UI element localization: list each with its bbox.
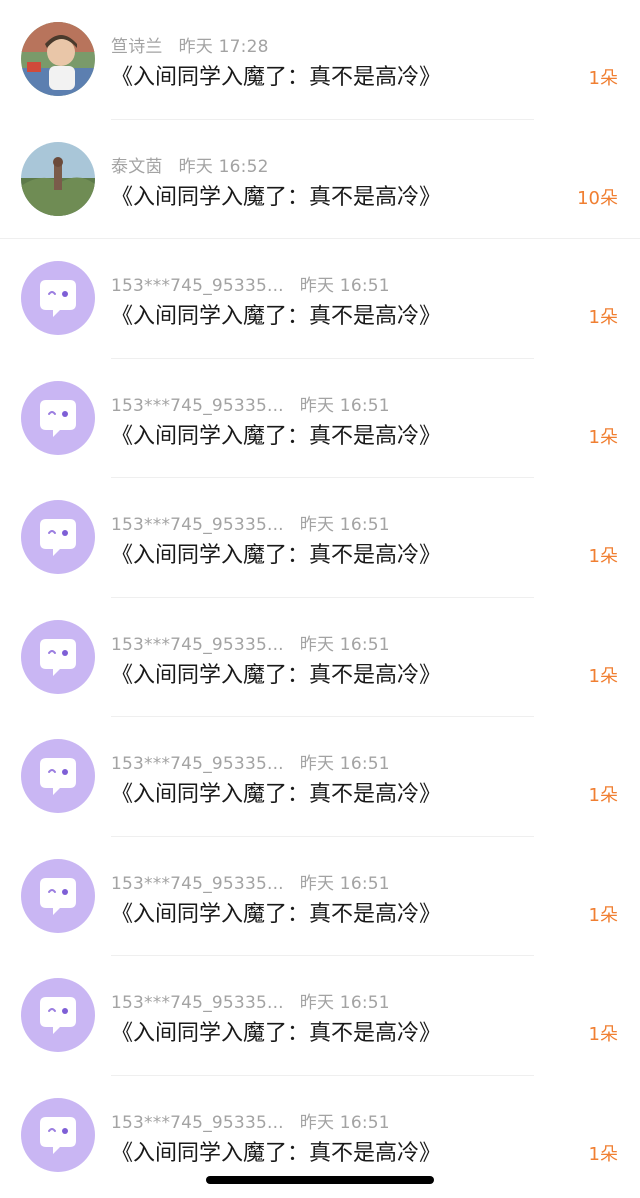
book-title[interactable]: 《入间同学入魔了：真不是高冷》 — [111, 657, 441, 689]
list-item[interactable]: 153***745_95335... 昨天 16:51 《入间同学入魔了：真不是高… — [0, 598, 640, 717]
timestamp: 昨天 16:51 — [299, 634, 390, 655]
gift-count: 1朵 — [588, 785, 618, 806]
sender-name[interactable]: 笪诗兰 — [111, 37, 163, 57]
sender-line: 泰文茵 昨天 16:52 — [111, 152, 269, 177]
sender-line: 153***745_95335... 昨天 16:51 — [111, 869, 390, 894]
book-title[interactable]: 《入间同学入魔了：真不是高冷》 — [111, 896, 441, 928]
default-avatar-icon[interactable] — [21, 858, 95, 933]
timestamp: 昨天 16:51 — [299, 276, 390, 296]
sender-name[interactable]: 153***745_95335... — [111, 993, 284, 1013]
sender-line: 153***745_95335... 昨天 16:51 — [111, 271, 390, 296]
gift-count: 1朵 — [588, 1143, 618, 1165]
sender-name[interactable]: 153***745_95335... — [111, 754, 284, 774]
book-title[interactable]: 《入间同学入魔了：真不是高冷》 — [111, 179, 441, 211]
sender-name[interactable]: 153***745_95335... — [111, 635, 284, 655]
timestamp: 昨天 16:52 — [178, 156, 269, 177]
default-avatar-icon[interactable] — [21, 380, 95, 455]
sender-line: 153***745_95335... 昨天 16:51 — [111, 1108, 390, 1133]
timestamp: 昨天 16:51 — [299, 873, 390, 894]
sender-line: 153***745_95335... 昨天 16:51 — [111, 630, 390, 655]
gift-count: 10朵 — [577, 187, 618, 209]
timestamp: 昨天 16:51 — [299, 993, 390, 1013]
gift-count: 1朵 — [588, 904, 618, 926]
default-avatar-icon[interactable] — [21, 261, 95, 335]
book-title[interactable]: 《入间同学入魔了：真不是高冷》 — [111, 776, 441, 808]
book-title[interactable]: 《入间同学入魔了：真不是高冷》 — [111, 298, 441, 330]
gift-count: 1朵 — [588, 665, 618, 687]
timestamp: 昨天 17:28 — [178, 37, 269, 57]
gift-count: 1朵 — [588, 426, 618, 448]
sender-name[interactable]: 153***745_95335... — [111, 396, 284, 416]
list-item[interactable]: 153***745_95335... 昨天 16:51 《入间同学入魔了：真不是高… — [0, 478, 640, 598]
book-title[interactable]: 《入间同学入魔了：真不是高冷》 — [111, 1015, 441, 1047]
default-avatar-icon[interactable] — [21, 739, 95, 813]
default-avatar-icon[interactable] — [21, 1097, 95, 1172]
home-indicator[interactable] — [206, 1176, 434, 1184]
gift-count: 1朵 — [588, 546, 618, 567]
gift-record-list: 笪诗兰 昨天 17:28 《入间同学入魔了：真不是高冷》 1朵 泰文茵 昨天 16:… — [0, 0, 640, 1195]
sender-line: 153***745_95335... 昨天 16:51 — [111, 391, 390, 416]
list-item[interactable]: 153***745_95335... 昨天 16:51 《入间同学入魔了：真不是高… — [0, 956, 640, 1076]
sender-line: 笪诗兰 昨天 17:28 — [111, 32, 269, 57]
avatar[interactable] — [21, 141, 95, 216]
avatar[interactable] — [21, 22, 95, 96]
sender-name[interactable]: 153***745_95335... — [111, 515, 284, 535]
list-item[interactable]: 泰文茵 昨天 16:52 《入间同学入魔了：真不是高冷》 10朵 — [0, 120, 640, 239]
book-title[interactable]: 《入间同学入魔了：真不是高冷》 — [111, 537, 441, 569]
timestamp: 昨天 16:51 — [299, 395, 390, 416]
sender-line: 153***745_95335... 昨天 16:51 — [111, 510, 390, 535]
sender-name[interactable]: 泰文茵 — [111, 157, 163, 177]
sender-name[interactable]: 153***745_95335... — [111, 1113, 284, 1133]
default-avatar-icon[interactable] — [21, 619, 95, 694]
timestamp: 昨天 16:51 — [299, 1112, 390, 1133]
gift-count: 1朵 — [588, 1024, 618, 1045]
list-item[interactable]: 笪诗兰 昨天 17:28 《入间同学入魔了：真不是高冷》 1朵 — [0, 0, 640, 120]
gift-count: 1朵 — [588, 307, 618, 328]
sender-name[interactable]: 153***745_95335... — [111, 874, 284, 894]
sender-name[interactable]: 153***745_95335... — [111, 276, 284, 296]
gift-count: 1朵 — [588, 68, 618, 89]
list-item[interactable]: 153***745_95335... 昨天 16:51 《入间同学入魔了：真不是高… — [0, 837, 640, 956]
sender-line: 153***745_95335... 昨天 16:51 — [111, 988, 390, 1013]
book-title[interactable]: 《入间同学入魔了：真不是高冷》 — [111, 59, 441, 91]
book-title[interactable]: 《入间同学入魔了：真不是高冷》 — [111, 418, 441, 450]
timestamp: 昨天 16:51 — [299, 515, 390, 535]
list-item[interactable]: 153***745_95335... 昨天 16:51 《入间同学入魔了：真不是高… — [0, 717, 640, 837]
timestamp: 昨天 16:51 — [299, 754, 390, 774]
default-avatar-icon[interactable] — [21, 500, 95, 574]
default-avatar-icon[interactable] — [21, 978, 95, 1052]
book-title[interactable]: 《入间同学入魔了：真不是高冷》 — [111, 1135, 441, 1167]
list-item[interactable]: 153***745_95335... 昨天 16:51 《入间同学入魔了：真不是高… — [0, 239, 640, 359]
sender-line: 153***745_95335... 昨天 16:51 — [111, 749, 390, 774]
list-item[interactable]: 153***745_95335... 昨天 16:51 《入间同学入魔了：真不是高… — [0, 359, 640, 478]
